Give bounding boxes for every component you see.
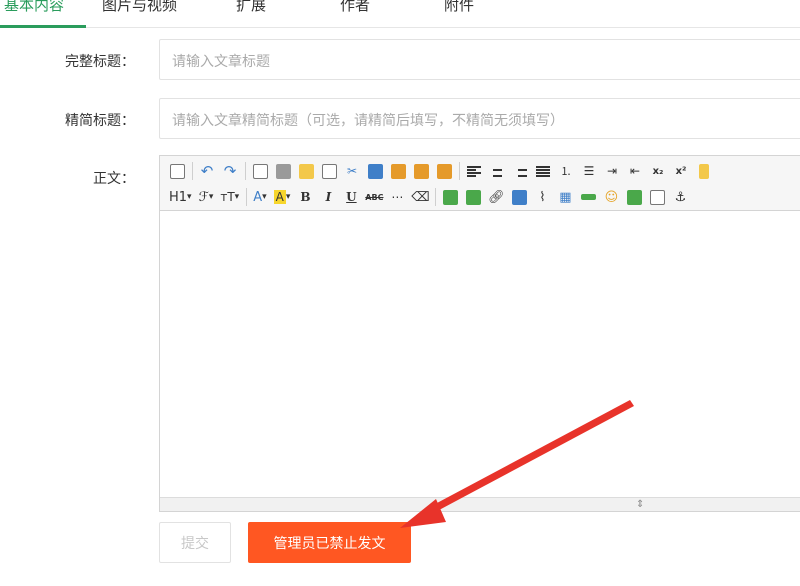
heading-dropdown-label: H1: [169, 189, 188, 205]
copy-icon[interactable]: [364, 160, 386, 182]
align-center-icon[interactable]: [486, 160, 508, 182]
unordered-list-icon[interactable]: ☰: [578, 160, 600, 182]
outdent-icon[interactable]: ⇤: [624, 160, 646, 182]
heading-dropdown[interactable]: H1 ▾: [166, 186, 195, 208]
bold-button[interactable]: B: [294, 186, 316, 208]
editor-content-area[interactable]: [160, 211, 800, 498]
font-family-icon: ℱ: [198, 189, 209, 205]
attachment-icon[interactable]: ⌇: [531, 186, 553, 208]
insert-row-icon[interactable]: [577, 186, 599, 208]
italic-button[interactable]: I: [317, 186, 339, 208]
font-size-icon: ᴛT: [220, 190, 235, 204]
clear-format-brush-icon[interactable]: [693, 160, 715, 182]
chevron-down-icon: ▾: [262, 192, 267, 202]
chevron-down-icon: ▾: [234, 192, 240, 202]
underline-button[interactable]: U: [340, 186, 362, 208]
toolbar-separator: [246, 188, 248, 206]
code-icon[interactable]: [318, 160, 340, 182]
tab-basic-content[interactable]: 基本内容: [4, 0, 64, 15]
tab-extend[interactable]: 扩展: [236, 0, 266, 15]
anchor-icon[interactable]: ⚓︎: [669, 186, 691, 208]
cut-icon[interactable]: ✂: [341, 160, 363, 182]
template-icon[interactable]: [295, 160, 317, 182]
font-color-dropdown[interactable]: A ▾: [250, 186, 269, 208]
toolbar-row-2: H1 ▾ ℱ ▾ ᴛT ▾ A ▾ A ▾ B I U ABC ⋯ ⌫ 🔗︎ ⌇…: [166, 185, 692, 209]
paste-text-icon[interactable]: [410, 160, 432, 182]
insert-video-icon[interactable]: [508, 186, 530, 208]
insert-image-icon[interactable]: [439, 186, 461, 208]
full-title-placeholder: 请输入文章标题: [172, 54, 270, 70]
tab-bar: 基本内容 图片与视频 扩展 作者 附件: [0, 0, 800, 28]
editor-resize-handle[interactable]: ⇕: [160, 497, 800, 511]
toolbar-separator: [459, 162, 460, 180]
submit-button[interactable]: 提交: [159, 522, 231, 563]
subscript-icon[interactable]: x₂: [647, 160, 669, 182]
print-icon[interactable]: [272, 160, 294, 182]
chevron-down-icon: ▾: [187, 192, 192, 202]
indent-icon[interactable]: ⇥: [601, 160, 623, 182]
align-justify-icon[interactable]: [532, 160, 554, 182]
insert-image-alt-icon[interactable]: [462, 186, 484, 208]
tab-attachment[interactable]: 附件: [444, 0, 474, 15]
short-title-placeholder: 请输入文章精简标题（可选，请精简后填写，不精简无须填写）: [172, 113, 564, 129]
font-family-dropdown[interactable]: ℱ ▾: [196, 186, 217, 208]
insert-link-icon[interactable]: 🔗︎: [485, 186, 507, 208]
paste-icon[interactable]: [387, 160, 409, 182]
paste-word-icon[interactable]: [433, 160, 455, 182]
tab-images-videos[interactable]: 图片与视频: [102, 0, 177, 15]
bg-color-dropdown[interactable]: A ▾: [271, 186, 294, 208]
body-label: 正文：: [93, 171, 135, 187]
align-right-icon[interactable]: [509, 160, 531, 182]
source-code-icon[interactable]: [166, 160, 188, 182]
editor-toolbar: ↶ ↷ ✂ ⒈ ☰ ⇥ ⇤ x₂ x² H1 ▾ ℱ ▾ ᴛT ▾ A ▾ A …: [160, 156, 800, 211]
chevron-down-icon: ▾: [208, 192, 214, 202]
eraser-icon[interactable]: ⌫: [409, 186, 431, 208]
insert-picture-icon[interactable]: [623, 186, 645, 208]
tab-author[interactable]: 作者: [340, 0, 370, 15]
font-size-dropdown[interactable]: ᴛT ▾: [217, 186, 242, 208]
bg-color-icon: A: [273, 190, 286, 204]
toolbar-separator: [192, 162, 193, 180]
full-title-input[interactable]: 请输入文章标题: [159, 39, 800, 80]
resize-grip-icon: ⇕: [636, 499, 645, 510]
preview-icon[interactable]: [249, 160, 271, 182]
redo-icon[interactable]: ↷: [219, 160, 241, 182]
toolbar-separator: [435, 188, 437, 206]
strikethrough-button[interactable]: ABC: [363, 186, 385, 208]
chevron-down-icon: ▾: [285, 192, 291, 202]
emoji-icon[interactable]: ☺: [600, 186, 622, 208]
toolbar-separator: [245, 162, 246, 180]
toolbar-row-1: ↶ ↷ ✂ ⒈ ☰ ⇥ ⇤ x₂ x²: [166, 159, 716, 183]
short-title-label: 精简标题：: [65, 113, 135, 129]
active-tab-indicator: [0, 25, 86, 28]
posting-banned-button[interactable]: 管理员已禁止发文: [248, 522, 411, 563]
full-title-label: 完整标题：: [65, 54, 135, 70]
font-color-icon: A: [253, 189, 263, 205]
short-title-input[interactable]: 请输入文章精简标题（可选，请精简后填写，不精简无须填写）: [159, 98, 800, 139]
undo-icon[interactable]: ↶: [196, 160, 218, 182]
horizontal-rule-icon[interactable]: ⋯: [386, 186, 408, 208]
ordered-list-icon[interactable]: ⒈: [555, 160, 577, 182]
align-left-icon[interactable]: [463, 160, 485, 182]
insert-table-icon[interactable]: ▦: [554, 186, 576, 208]
page-break-icon[interactable]: [646, 186, 668, 208]
rich-text-editor: ↶ ↷ ✂ ⒈ ☰ ⇥ ⇤ x₂ x² H1 ▾ ℱ ▾ ᴛT ▾ A ▾ A …: [159, 155, 800, 512]
superscript-icon[interactable]: x²: [670, 160, 692, 182]
